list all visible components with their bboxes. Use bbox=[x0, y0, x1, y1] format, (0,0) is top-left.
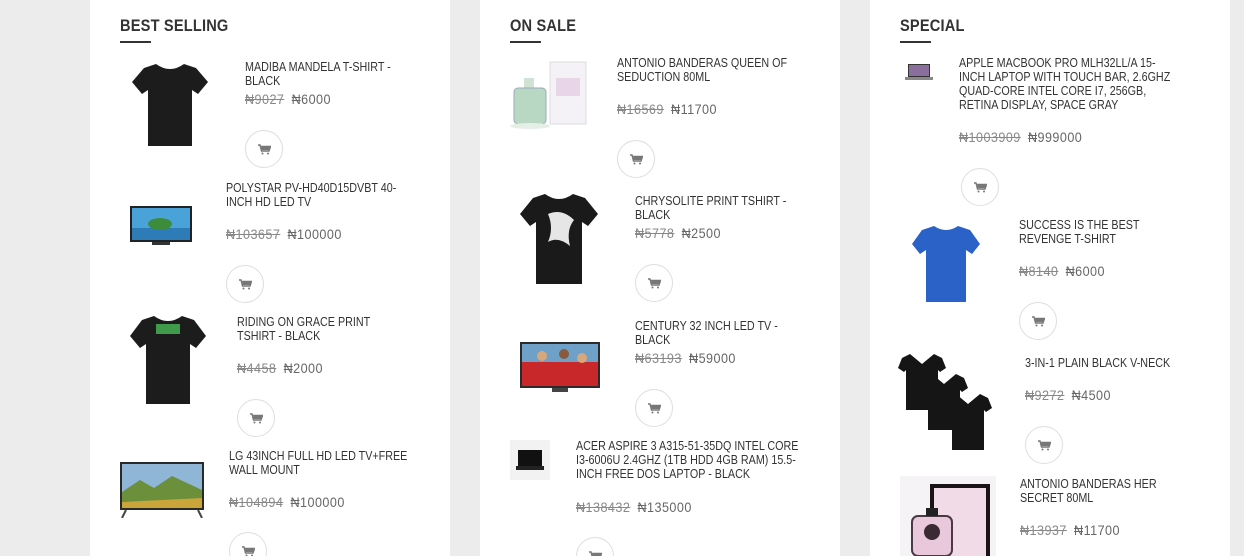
product-image-queen-of-seduction[interactable] bbox=[510, 54, 590, 134]
cart-icon bbox=[241, 545, 255, 556]
current-price: ₦6000 bbox=[291, 91, 331, 107]
old-price: ₦5778 bbox=[635, 225, 675, 241]
old-price: ₦9027 bbox=[245, 91, 285, 107]
product-name[interactable]: MADIBA MANDELA T-SHIRT - BLACK bbox=[245, 60, 417, 88]
cart-icon bbox=[257, 143, 271, 154]
product-price: ₦4458 ₦2000 bbox=[237, 360, 323, 376]
add-to-cart-button[interactable] bbox=[237, 399, 275, 437]
add-to-cart-button[interactable] bbox=[635, 264, 673, 302]
product-name[interactable]: ANTONIO BANDERAS HER SECRET 80ML bbox=[1020, 477, 1183, 505]
current-price: ₦2000 bbox=[283, 360, 323, 376]
old-price: ₦8140 bbox=[1019, 263, 1059, 279]
old-price: ₦4458 bbox=[237, 360, 277, 376]
old-price: ₦138432 bbox=[576, 499, 631, 515]
cart-icon bbox=[647, 402, 661, 413]
add-to-cart-button[interactable] bbox=[226, 265, 264, 303]
cart-icon bbox=[238, 278, 252, 289]
product-name[interactable]: 3-IN-1 PLAIN BLACK V-NECK bbox=[1025, 356, 1188, 370]
product-image-madiba-tshirt[interactable] bbox=[130, 60, 210, 150]
add-to-cart-button[interactable] bbox=[576, 537, 614, 556]
product-image-century-tv[interactable] bbox=[520, 340, 600, 394]
cart-icon bbox=[973, 181, 987, 192]
product-price: ₦1003909 ₦999000 bbox=[959, 129, 1082, 145]
on-sale-panel: ON SALE ANTONIO BANDERAS QUEEN OF SEDUCT… bbox=[480, 0, 840, 556]
product-image-acer-laptop[interactable] bbox=[510, 440, 550, 480]
old-price: ₦103657 bbox=[226, 226, 281, 242]
product-name[interactable]: CHRYSOLITE PRINT TSHIRT - BLACK bbox=[635, 194, 807, 222]
old-price: ₦104894 bbox=[229, 494, 284, 510]
product-image-riding-on-grace-tshirt[interactable] bbox=[128, 312, 208, 407]
current-price: ₦4500 bbox=[1071, 387, 1111, 403]
product-name[interactable]: ACER ASPIRE 3 A315-51-35DQ INTEL CORE I3… bbox=[576, 439, 800, 481]
product-price: ₦9272 ₦4500 bbox=[1025, 387, 1111, 403]
section-title-on-sale: ON SALE bbox=[510, 16, 577, 43]
add-to-cart-button[interactable] bbox=[961, 168, 999, 206]
product-price: ₦5778 ₦2500 bbox=[635, 225, 721, 241]
current-price: ₦11700 bbox=[1074, 522, 1120, 538]
current-price: ₦999000 bbox=[1027, 129, 1083, 145]
product-image-macbook-pro[interactable] bbox=[904, 62, 934, 82]
current-price: ₦135000 bbox=[637, 499, 692, 515]
current-price: ₦100000 bbox=[290, 494, 345, 510]
product-name[interactable]: RIDING ON GRACE PRINT TSHIRT - BLACK bbox=[237, 315, 409, 343]
add-to-cart-button[interactable] bbox=[229, 532, 267, 556]
old-price: ₦1003909 bbox=[959, 129, 1021, 145]
product-name[interactable]: ANTONIO BANDERAS QUEEN OF SEDUCTION 80ML bbox=[617, 56, 789, 84]
product-image-three-black-vnecks[interactable] bbox=[898, 350, 1002, 452]
cart-icon bbox=[629, 153, 643, 164]
cart-icon bbox=[249, 412, 263, 423]
product-name[interactable]: CENTURY 32 INCH LED TV - BLACK bbox=[635, 319, 807, 347]
product-price: ₦104894 ₦100000 bbox=[229, 494, 345, 510]
add-to-cart-button[interactable] bbox=[1019, 302, 1057, 340]
product-image-blue-tshirt[interactable] bbox=[910, 222, 982, 304]
add-to-cart-button[interactable] bbox=[617, 140, 655, 178]
cart-icon bbox=[1037, 439, 1051, 450]
current-price: ₦6000 bbox=[1065, 263, 1105, 279]
product-name[interactable]: APPLE MACBOOK PRO MLH32LL/A 15-INCH LAPT… bbox=[959, 56, 1174, 112]
product-price: ₦16569 ₦11700 bbox=[617, 101, 717, 117]
product-name[interactable]: LG 43INCH FULL HD LED TV+FREE WALL MOUNT bbox=[229, 449, 410, 477]
product-price: ₦13937 ₦11700 bbox=[1020, 522, 1120, 538]
cart-icon bbox=[588, 550, 602, 556]
current-price: ₦11700 bbox=[671, 101, 717, 117]
old-price: ₦16569 bbox=[617, 101, 664, 117]
product-image-chrysolite-tshirt[interactable] bbox=[518, 190, 600, 286]
product-price: ₦9027 ₦6000 bbox=[245, 91, 331, 107]
product-image-polystar-tv[interactable] bbox=[130, 200, 192, 250]
product-image-lg-tv[interactable] bbox=[120, 462, 204, 519]
product-price: ₦138432 ₦135000 bbox=[576, 499, 692, 515]
special-panel: SPECIAL APPLE MACBOOK PRO MLH32LL/A 15-I… bbox=[870, 0, 1230, 556]
cart-icon bbox=[1031, 315, 1045, 326]
product-price: ₦103657 ₦100000 bbox=[226, 226, 342, 242]
current-price: ₦59000 bbox=[689, 350, 736, 366]
add-to-cart-button[interactable] bbox=[635, 389, 673, 427]
old-price: ₦63193 bbox=[635, 350, 682, 366]
add-to-cart-button[interactable] bbox=[245, 130, 283, 168]
product-price: ₦8140 ₦6000 bbox=[1019, 263, 1105, 279]
old-price: ₦13937 bbox=[1020, 522, 1067, 538]
current-price: ₦2500 bbox=[681, 225, 721, 241]
product-name[interactable]: SUCCESS IS THE BEST REVENGE T-SHIRT bbox=[1019, 218, 1182, 246]
product-image-her-secret-perfume[interactable] bbox=[900, 476, 996, 556]
section-title-best-selling: BEST SELLING bbox=[120, 16, 229, 43]
current-price: ₦100000 bbox=[287, 226, 342, 242]
product-name[interactable]: POLYSTAR PV-HD40D15DVBT 40-INCH HD LED T… bbox=[226, 181, 407, 209]
old-price: ₦9272 bbox=[1025, 387, 1065, 403]
product-price: ₦63193 ₦59000 bbox=[635, 350, 736, 366]
cart-icon bbox=[647, 277, 661, 288]
add-to-cart-button[interactable] bbox=[1025, 426, 1063, 464]
best-selling-panel: BEST SELLING MADIBA MANDELA T-SHIRT - BL… bbox=[90, 0, 450, 556]
section-title-special: SPECIAL bbox=[900, 16, 965, 43]
